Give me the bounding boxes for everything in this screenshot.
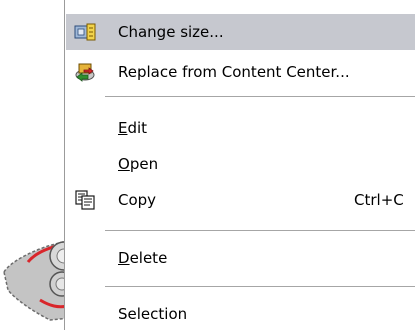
menu-item-label-rest: pen: [129, 155, 159, 173]
menu-item-replace-from-content-center[interactable]: Replace from Content Center...: [66, 54, 415, 90]
menu-item-copy[interactable]: Copy Ctrl+C: [66, 182, 415, 218]
menu-separator: [105, 286, 415, 287]
menu-item-label: Edit: [118, 118, 147, 138]
menu-item-label-rest: elete: [129, 249, 168, 267]
replace-content-center-icon: [75, 63, 95, 82]
menu-item-label: Copy: [118, 191, 157, 209]
menu-item-mnemonic: O: [118, 155, 130, 173]
menu-item-selection[interactable]: Selection: [66, 296, 415, 330]
menu-item-change-size[interactable]: Change size...: [66, 14, 415, 50]
menu-item-label: Change size...: [118, 23, 224, 41]
menu-item-delete[interactable]: Delete: [66, 240, 415, 276]
menu-separator: [105, 96, 415, 97]
menu-item-label: Delete: [118, 248, 167, 268]
screen: Change size... Replace from Content Cent…: [0, 0, 415, 330]
menu-item-label: Selection: [118, 305, 188, 323]
change-size-icon: [74, 23, 96, 41]
menu-item-open[interactable]: Open: [66, 146, 415, 182]
menu-item-edit[interactable]: Edit: [66, 110, 415, 146]
copy-icon: [75, 190, 95, 210]
menu-item-label: Replace from Content Center...: [118, 63, 350, 81]
context-menu: Change size... Replace from Content Cent…: [64, 0, 415, 330]
menu-separator: [105, 230, 415, 231]
menu-item-label-rest: dit: [127, 119, 148, 137]
menu-item-shortcut: Ctrl+C: [354, 191, 404, 209]
menu-item-label: Open: [118, 154, 158, 174]
menu-item-mnemonic: D: [118, 249, 130, 267]
